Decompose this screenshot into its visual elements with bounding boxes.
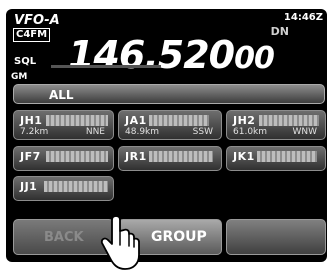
frequency-main: 146.520 [68, 33, 235, 77]
station-callsign: JH1 [20, 114, 43, 127]
redacted-callsign [257, 151, 317, 162]
sql-label: SQL [14, 56, 37, 67]
gm-label: GM [11, 72, 28, 82]
station-direction: SSW [192, 127, 213, 137]
redacted-callsign [149, 115, 209, 126]
redacted-callsign [259, 115, 319, 126]
pointing-hand-icon [100, 215, 140, 270]
station-button[interactable]: JH2 61.0km WNW [226, 110, 326, 140]
station-callsign: JF7 [20, 150, 41, 163]
station-callsign: JR1 [125, 150, 147, 163]
mode-badge: C4FM [13, 28, 51, 42]
station-callsign: JJ1 [20, 180, 38, 193]
clock: 14:46Z [283, 12, 323, 23]
group-label: GROUP [151, 229, 207, 245]
station-button[interactable]: JA1 48.9km SSW [118, 110, 222, 140]
station-distance: 48.9km [125, 127, 160, 137]
redacted-callsign [44, 181, 108, 192]
filter-label: ALL [49, 88, 74, 102]
frequency-sub: 00 [234, 41, 275, 76]
station-direction: NNE [85, 127, 105, 137]
station-callsign: JK1 [233, 150, 255, 163]
redacted-callsign [46, 151, 108, 162]
station-button[interactable]: JF7 [13, 146, 114, 171]
station-button[interactable]: JJ1 [13, 176, 114, 201]
station-direction: WNW [292, 127, 317, 137]
frequency-display: 146.52000 [68, 33, 275, 81]
sql-meter [51, 65, 161, 68]
vfo-label: VFO-A [14, 13, 60, 28]
station-callsign: JA1 [125, 114, 147, 127]
station-button[interactable]: JR1 [118, 146, 222, 171]
redacted-callsign [46, 115, 108, 126]
empty-button[interactable] [226, 219, 326, 255]
radio-display: VFO-A C4FM 14:46Z DN 146.52000 SQL GM AL… [6, 9, 327, 262]
station-distance: 7.2km [20, 127, 49, 137]
station-button[interactable]: JK1 [226, 146, 326, 171]
station-distance: 61.0km [233, 127, 268, 137]
station-button[interactable]: JH1 7.2km NNE [13, 110, 114, 140]
station-callsign: JH2 [233, 114, 256, 127]
back-label: BACK [44, 230, 84, 245]
filter-bar[interactable]: ALL [13, 84, 325, 104]
redacted-callsign [149, 151, 213, 162]
